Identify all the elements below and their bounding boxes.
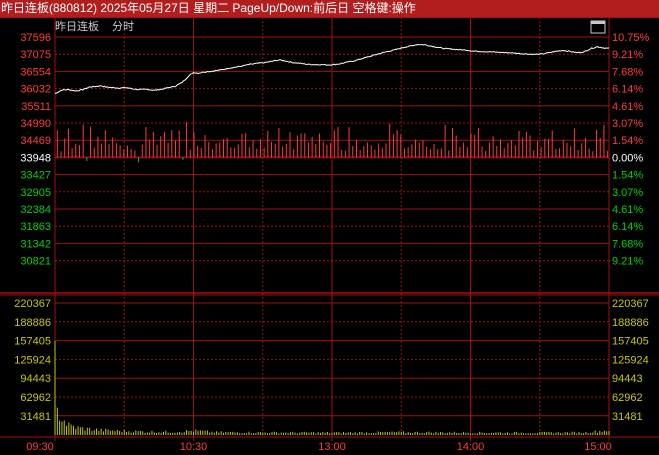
y-tick-price: 31342: [20, 238, 51, 250]
y-tick-volume: 220367: [14, 298, 51, 310]
y-tick-percent: 10.75%: [612, 32, 650, 44]
y-tick-volume-right: 31481: [612, 411, 643, 423]
y-tick-volume: 62962: [20, 392, 51, 404]
y-tick-percent: 0.00%: [612, 152, 643, 164]
x-tick-label: 15:00: [584, 441, 612, 453]
y-tick-volume-right: 220367: [612, 298, 649, 310]
y-tick-percent: 1.54%: [612, 170, 643, 182]
y-tick-volume-right: 125924: [612, 354, 649, 366]
y-tick-volume: 125924: [14, 354, 51, 366]
window-title: 昨日连板(880812) 2025年05月27日 星期二 PageUp/Down…: [1, 1, 416, 15]
y-tick-percent: 4.61%: [612, 204, 643, 216]
y-tick-volume-right: 188886: [612, 317, 649, 329]
y-tick-percent: 9.21%: [612, 49, 643, 61]
y-tick-price: 32384: [20, 204, 51, 216]
y-tick-percent: 7.68%: [612, 66, 643, 78]
y-tick-percent: 6.14%: [612, 221, 643, 233]
y-tick-volume-right: 94443: [612, 373, 643, 385]
chart-background: [0, 17, 659, 455]
y-tick-price: 33427: [20, 170, 51, 182]
y-tick-price: 30821: [20, 256, 51, 268]
window-title-bar: 昨日连板(880812) 2025年05月27日 星期二 PageUp/Down…: [0, 0, 659, 17]
period-tab-minute[interactable]: 分时: [112, 20, 134, 33]
y-tick-price: 33948: [20, 152, 51, 164]
y-tick-volume: 94443: [20, 373, 51, 385]
y-tick-percent: 7.68%: [612, 238, 643, 250]
y-tick-price: 34469: [20, 135, 51, 147]
y-tick-price: 37596: [20, 32, 51, 44]
y-tick-volume: 188886: [14, 317, 51, 329]
y-tick-volume-right: 62962: [612, 392, 643, 404]
y-tick-percent: 1.54%: [612, 135, 643, 147]
y-tick-percent: 6.14%: [612, 84, 643, 96]
x-tick-label: 13:00: [318, 441, 346, 453]
y-tick-price: 32905: [20, 187, 51, 199]
security-name: 昨日连板: [55, 19, 99, 33]
x-tick-label: 10:30: [180, 441, 208, 453]
y-tick-volume-right: 157405: [612, 336, 649, 348]
y-tick-percent: 3.07%: [612, 187, 643, 199]
x-tick-label: 14:00: [457, 441, 485, 453]
intraday-chart[interactable]: 37596 10.75% 37075 9.21% 36554 7.68% 36032 6.14…: [0, 17, 659, 455]
y-tick-percent: 3.07%: [612, 118, 643, 130]
x-tick-label: 09:30: [26, 441, 54, 453]
y-tick-price: 36032: [20, 84, 51, 96]
y-tick-price: 37075: [20, 49, 51, 61]
y-tick-price: 35511: [21, 101, 51, 113]
y-tick-price: 34990: [20, 118, 51, 130]
y-tick-volume: 31481: [20, 411, 51, 423]
y-tick-percent: 4.61%: [612, 101, 643, 113]
y-tick-percent: 9.21%: [612, 256, 643, 268]
y-tick-price: 31863: [20, 221, 51, 233]
y-tick-volume: 157405: [14, 336, 51, 348]
y-tick-price: 36554: [20, 66, 51, 78]
